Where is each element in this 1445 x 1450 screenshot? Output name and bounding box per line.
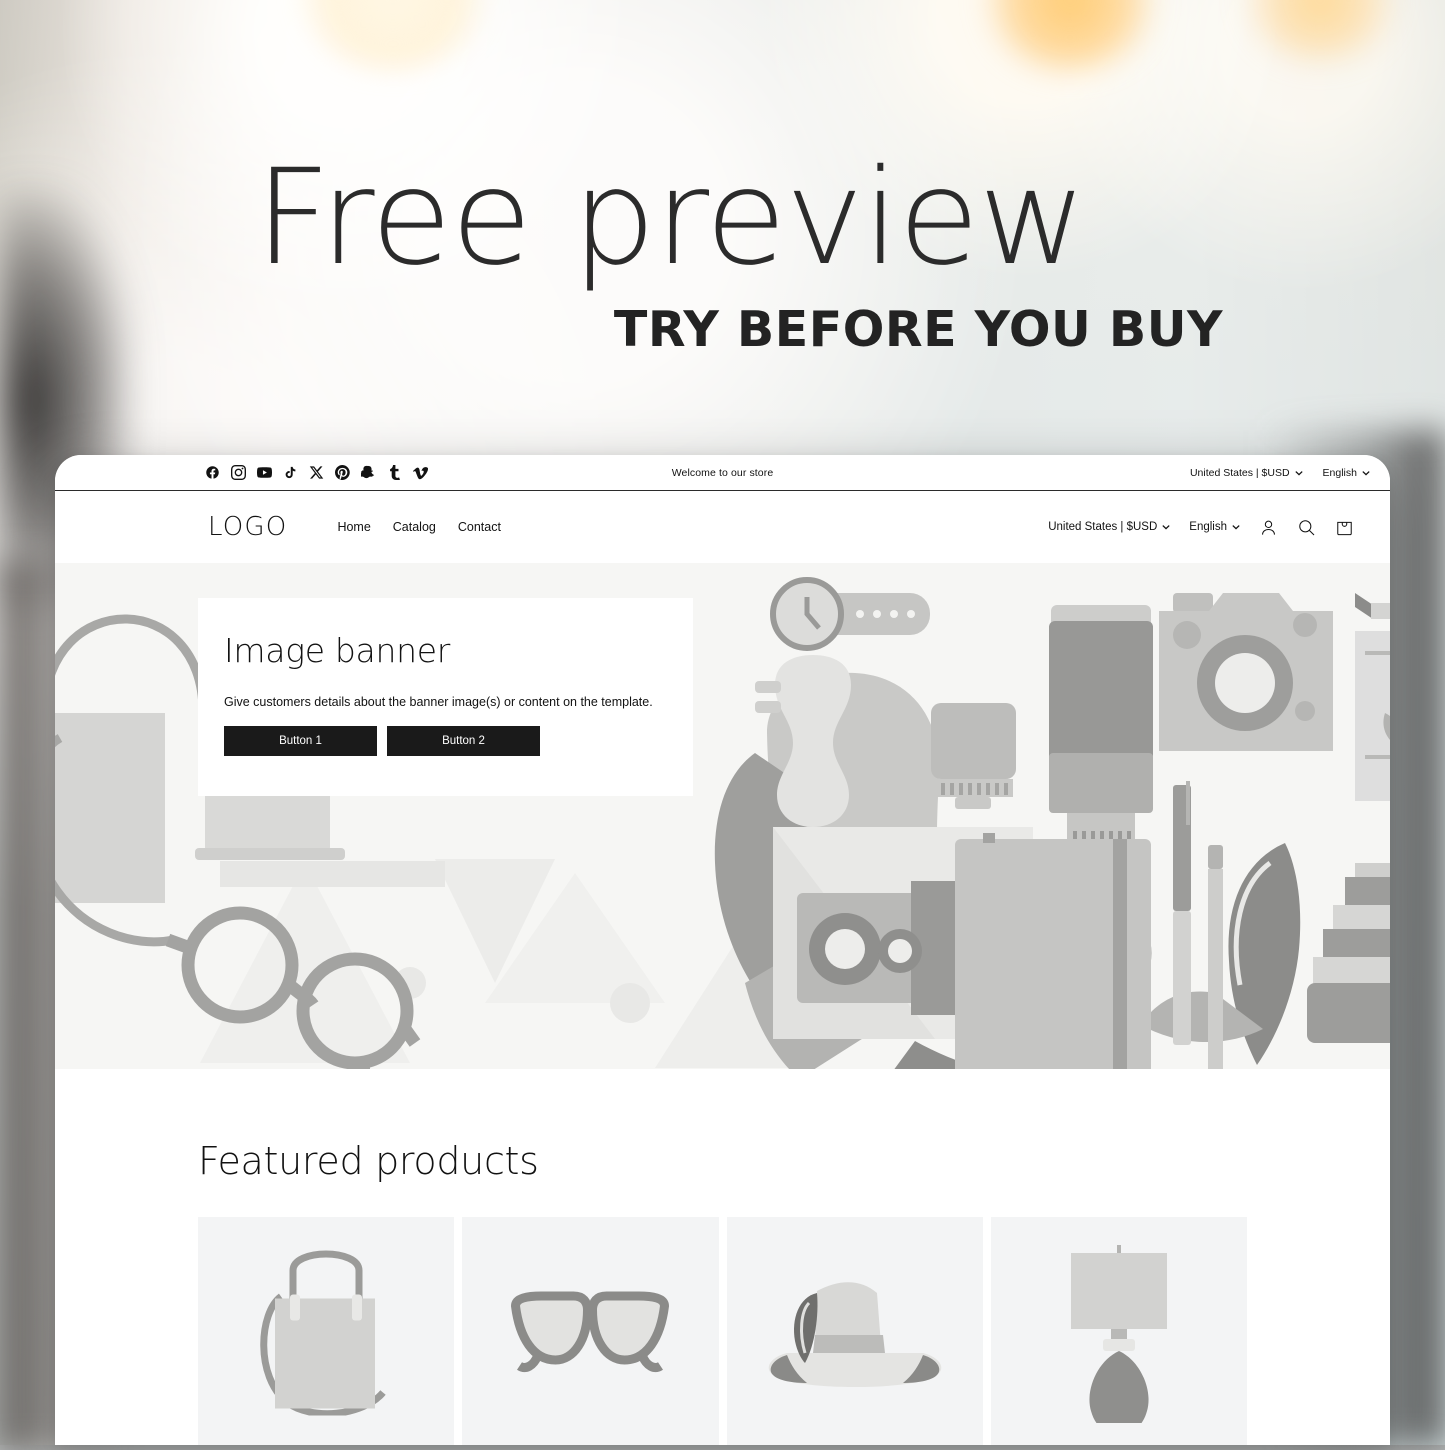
nav-item-catalog[interactable]: Catalog — [393, 520, 436, 534]
product-grid — [55, 1183, 1390, 1445]
featured-products-title: Featured products — [198, 1139, 539, 1183]
handbag-icon — [260, 1250, 386, 1416]
image-banner-text: Give customers details about the banner … — [224, 695, 653, 709]
search-icon[interactable] — [1297, 518, 1316, 537]
product-card-hat[interactable] — [726, 1217, 983, 1445]
announcement-country-selector[interactable]: United States | $USD — [1190, 467, 1303, 479]
browser-window: Welcome to our store United States | $US… — [55, 455, 1390, 1445]
account-icon[interactable] — [1259, 518, 1278, 537]
banner-button-2[interactable]: Button 2 — [387, 726, 540, 756]
product-card-handbag[interactable] — [198, 1217, 455, 1445]
announcement-selectors: United States | $USD English — [1190, 467, 1370, 479]
nav-item-home[interactable]: Home — [337, 520, 370, 534]
nav-item-contact[interactable]: Contact — [458, 520, 501, 534]
header-country-selector[interactable]: United States | $USD — [1048, 521, 1170, 533]
image-banner-buttons: Button 1 Button 2 — [224, 726, 540, 756]
product-card-glasses[interactable] — [462, 1217, 719, 1445]
glasses-icon — [511, 1291, 670, 1372]
chevron-down-icon — [1232, 523, 1240, 531]
chevron-down-icon — [1362, 469, 1370, 477]
product-card-lamp[interactable] — [990, 1217, 1247, 1445]
announcement-bar: Welcome to our store United States | $US… — [55, 455, 1390, 491]
announcement-language-selector[interactable]: English — [1323, 467, 1370, 479]
site-header: LOGO Home Catalog Contact United States … — [55, 491, 1390, 563]
chevron-down-icon — [1162, 523, 1170, 531]
cart-icon[interactable] — [1335, 518, 1354, 537]
header-language-selector[interactable]: English — [1189, 521, 1240, 533]
announcement-country-label: United States | $USD — [1189, 466, 1290, 479]
image-banner-section: Image banner Give customers details abou… — [55, 563, 1390, 1069]
announcement-language-label: English — [1322, 466, 1357, 479]
chevron-down-icon — [1294, 469, 1303, 477]
header-actions: United States | $USD English — [1048, 518, 1354, 537]
lamp-icon — [1070, 1245, 1167, 1423]
site-logo[interactable]: LOGO — [208, 512, 287, 542]
banner-button-1[interactable]: Button 1 — [224, 726, 377, 756]
main-navigation: Home Catalog Contact — [337, 520, 501, 534]
hat-icon — [768, 1282, 941, 1387]
image-banner-card: Image banner Give customers details abou… — [198, 598, 693, 796]
header-country-label: United States | $USD — [1048, 521, 1158, 533]
image-banner-title: Image banner — [224, 631, 450, 670]
featured-products-section: Featured products — [55, 1069, 1390, 1445]
header-language-label: English — [1189, 521, 1227, 533]
